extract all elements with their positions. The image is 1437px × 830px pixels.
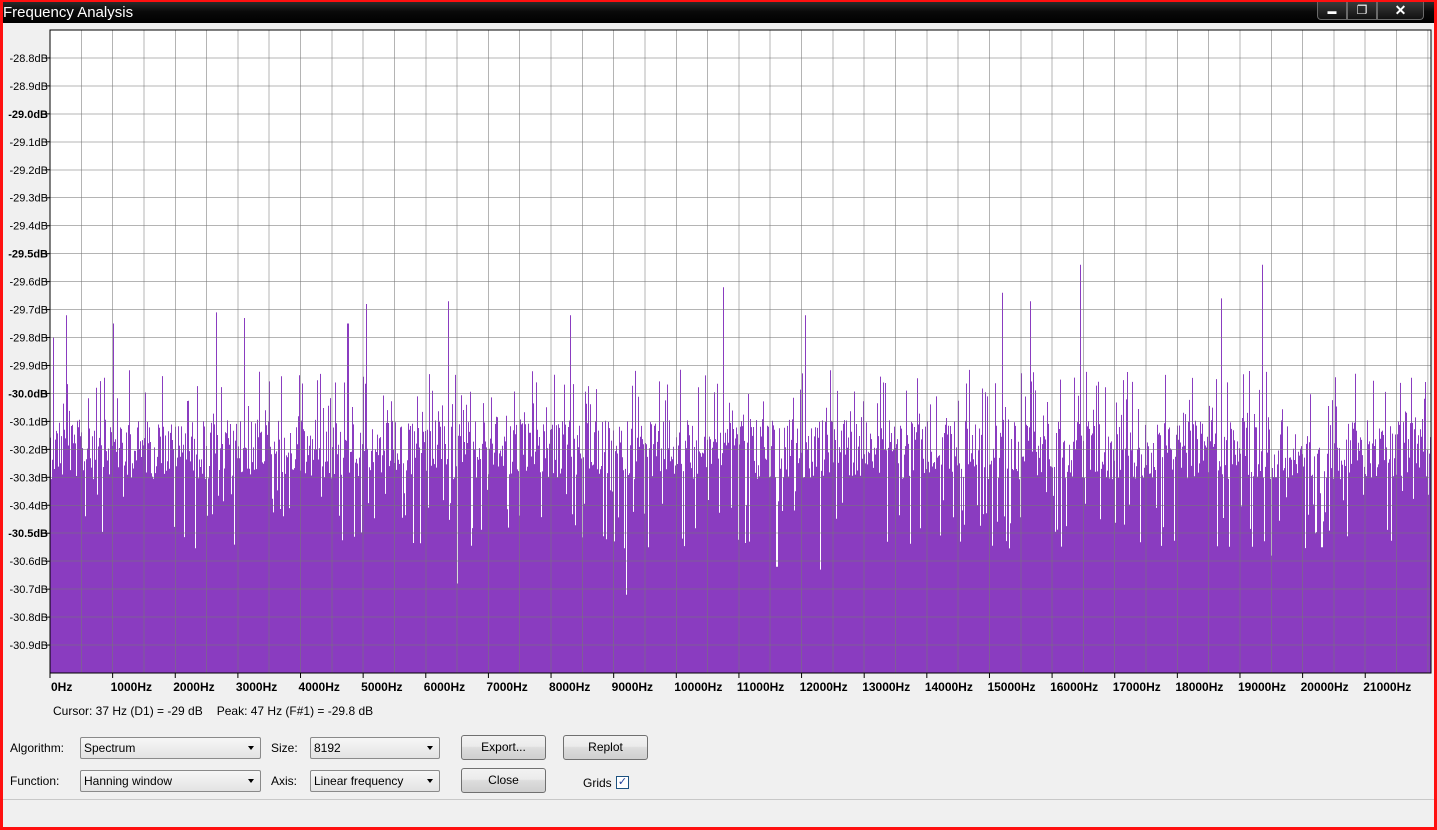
- spectrum-plot[interactable]: -28.8dB -28.9dB -29.0dB -29.1dB -29.2dB -29.3…: [3, 23, 1434, 703]
- size-label: Size:: [271, 741, 298, 755]
- checkmark-icon: ✓: [617, 776, 628, 788]
- y-tick-label: -29.7dB: [9, 305, 48, 317]
- restore-icon: ❐: [1356, 3, 1368, 17]
- export-button[interactable]: Export...: [461, 735, 546, 760]
- y-tick-label: -29.8dB: [9, 333, 48, 345]
- x-tick-label: 12000Hz: [800, 680, 848, 694]
- x-tick-label: 7000Hz: [486, 680, 527, 694]
- algorithm-select[interactable]: Spectrum: [80, 737, 261, 759]
- grids-checkbox[interactable]: ✓: [616, 776, 629, 789]
- replot-button[interactable]: Replot: [563, 735, 648, 760]
- axis-label: Axis:: [271, 774, 298, 788]
- x-tick-label: 2000Hz: [173, 680, 214, 694]
- function-label: Function:: [10, 774, 60, 788]
- y-tick-label: -30.5dB: [8, 528, 48, 540]
- x-tick-label: 0Hz: [51, 680, 72, 694]
- peak-readout: Peak: 47 Hz (F#1) = -29.8 dB: [216, 704, 374, 718]
- x-tick-label: 15000Hz: [987, 680, 1035, 694]
- x-tick-label: 14000Hz: [925, 680, 973, 694]
- chevron-down-icon: [248, 779, 254, 783]
- axis-value: Linear frequency: [314, 774, 404, 788]
- title-bar[interactable]: Frequency Analysis ▬ ❐ ✕: [3, 2, 1434, 23]
- bottom-divider: [3, 799, 1434, 800]
- close-window-button[interactable]: ✕: [1377, 2, 1424, 20]
- x-tick-label: 9000Hz: [612, 680, 653, 694]
- y-tick-label: -30.9dB: [9, 640, 48, 652]
- x-tick-label: 4000Hz: [299, 680, 340, 694]
- y-tick-label: -29.9dB: [9, 360, 48, 372]
- y-tick-label: -30.4dB: [9, 500, 48, 512]
- status-line: Cursor: 37 Hz (D1) = -29 dB Peak: 47 Hz (…: [53, 704, 387, 718]
- algorithm-value: Spectrum: [84, 741, 136, 755]
- size-select[interactable]: 8192: [310, 737, 440, 759]
- chevron-down-icon: [427, 779, 433, 783]
- x-tick-label: 11000Hz: [737, 680, 784, 694]
- x-tick-label: 20000Hz: [1301, 680, 1349, 694]
- y-tick-label: -29.3dB: [9, 193, 48, 205]
- minimize-button[interactable]: ▬: [1317, 2, 1347, 20]
- y-tick-label: -29.6dB: [9, 277, 48, 289]
- x-tick-label: 10000Hz: [674, 680, 722, 694]
- y-tick-label: -30.6dB: [9, 556, 48, 568]
- y-tick-label: -30.3dB: [9, 472, 48, 484]
- chevron-down-icon: [248, 746, 254, 750]
- maximize-button[interactable]: ❐: [1347, 2, 1377, 20]
- x-tick-label: 16000Hz: [1050, 680, 1098, 694]
- minimize-icon: ▬: [1327, 6, 1337, 16]
- y-tick-label: -30.8dB: [9, 612, 48, 624]
- x-tick-label: 17000Hz: [1113, 680, 1161, 694]
- x-tick-label: 13000Hz: [862, 680, 910, 694]
- spectrum-chart[interactable]: -28.8dB -28.9dB -29.0dB -29.1dB -29.2dB -29.3…: [3, 23, 1434, 703]
- function-select[interactable]: Hanning window: [80, 770, 261, 792]
- x-tick-label: 21000Hz: [1363, 680, 1411, 694]
- y-tick-label: -29.2dB: [9, 165, 48, 177]
- y-tick-label: -29.4dB: [9, 221, 48, 233]
- chevron-down-icon: [427, 746, 433, 750]
- window-title: Frequency Analysis: [3, 4, 134, 21]
- y-tick-label: -29.0dB: [8, 109, 48, 121]
- cursor-readout: Cursor: 37 Hz (D1) = -29 dB: [53, 704, 203, 718]
- x-tick-label: 6000Hz: [424, 680, 465, 694]
- y-tick-label: -28.8dB: [9, 53, 48, 65]
- function-value: Hanning window: [84, 774, 173, 788]
- y-tick-label: -28.9dB: [9, 81, 48, 93]
- y-tick-label: -30.1dB: [9, 416, 48, 428]
- y-tick-label: -29.5dB: [8, 249, 48, 261]
- close-icon: ✕: [1394, 2, 1407, 18]
- x-tick-label: 3000Hz: [236, 680, 277, 694]
- y-tick-label: -30.7dB: [9, 584, 48, 596]
- x-tick-label: 8000Hz: [549, 680, 590, 694]
- y-tick-label: -30.2dB: [9, 444, 48, 456]
- y-tick-label: -30.0dB: [8, 388, 48, 400]
- x-tick-label: 1000Hz: [111, 680, 152, 694]
- close-button[interactable]: Close: [461, 768, 546, 793]
- x-tick-label: 5000Hz: [361, 680, 402, 694]
- y-tick-label: -29.1dB: [9, 137, 48, 149]
- x-tick-label: 18000Hz: [1175, 680, 1223, 694]
- size-value: 8192: [314, 741, 341, 755]
- x-tick-label: 19000Hz: [1238, 680, 1286, 694]
- algorithm-label: Algorithm:: [10, 741, 65, 755]
- grids-label: Grids: [583, 776, 612, 790]
- axis-select[interactable]: Linear frequency: [310, 770, 440, 792]
- frequency-analysis-window: Frequency Analysis ▬ ❐ ✕ -28.8dB -28.9dB -…: [3, 2, 1434, 827]
